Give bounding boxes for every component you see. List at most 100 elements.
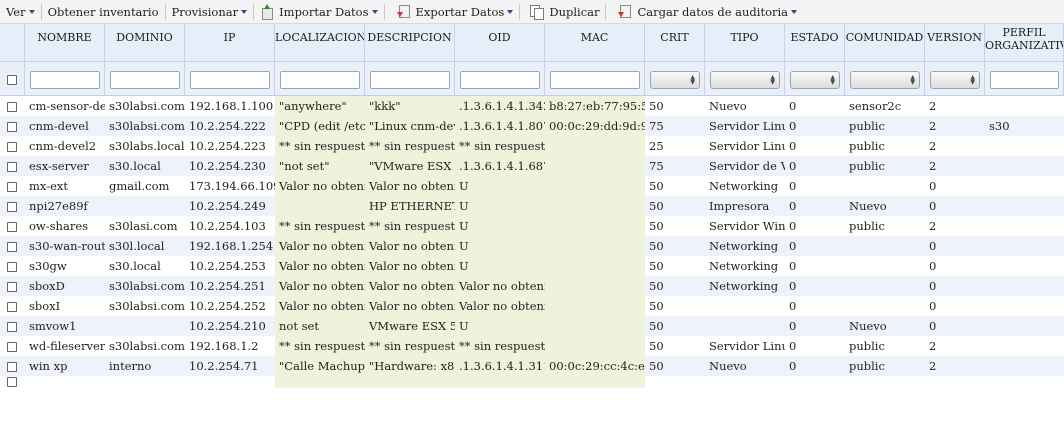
column-header-descripcion[interactable]: DESCRIPCION <box>365 24 455 62</box>
cell-version: 0 <box>929 299 937 313</box>
ver-menu[interactable]: Ver <box>0 0 41 23</box>
row-checkbox[interactable] <box>7 222 17 232</box>
cell-dominio: s30labsi.com <box>109 299 185 313</box>
table-row[interactable]: ow-shares s30lasi.com 10.2.254.103 ** sin r… <box>0 216 1064 236</box>
column-header-estado[interactable]: ESTADO <box>785 24 845 62</box>
table-row[interactable]: cnm-devel2 s30labs.local 10.2.254.223 ** si… <box>0 136 1064 156</box>
column-header-mac[interactable]: MAC <box>545 24 645 62</box>
filter-select-comunidad[interactable]: ▲ ▼ <box>850 71 920 89</box>
cell-dominio: s30l.local <box>109 239 165 253</box>
exportar-datos-menu[interactable]: Exportar Datos <box>385 0 520 23</box>
table-row[interactable]: win xp interno 10.2.254.71 "Calle Machupich… <box>0 356 1064 376</box>
row-checkbox[interactable] <box>7 122 17 132</box>
cell-ip: 10.2.254.253 <box>189 259 266 273</box>
table-row[interactable]: mx-ext gmail.com 173.194.66.109 Valor no ob… <box>0 176 1064 196</box>
filter-select-tipo[interactable]: ▲ ▼ <box>710 71 780 89</box>
select-all-checkbox[interactable] <box>7 75 17 85</box>
obtener-inventario-button[interactable]: Obtener inventario <box>42 0 165 23</box>
cell-version: 0 <box>929 179 937 193</box>
row-checkbox[interactable] <box>7 182 17 192</box>
filter-input-mac[interactable] <box>550 71 640 89</box>
cell-perfil <box>985 256 1064 276</box>
cell-comunidad <box>845 276 925 296</box>
row-checkbox[interactable] <box>7 322 17 332</box>
filter-select-version[interactable]: ▲ ▼ <box>930 71 980 89</box>
table-row[interactable]: wd-fileserver s30labsi.com 192.168.1.2 ** s… <box>0 336 1064 356</box>
row-checkbox[interactable] <box>7 202 17 212</box>
new-row[interactable] <box>0 376 1064 388</box>
row-checkbox[interactable] <box>7 162 17 172</box>
row-checkbox[interactable] <box>7 342 17 352</box>
cell-estado: 0 <box>789 339 797 353</box>
cell-tipo: Servidor Linux <box>709 139 785 153</box>
filter-cell-ip <box>185 62 275 96</box>
cell-localizacion: ** sin respuesta <box>275 136 365 156</box>
filter-input-ip[interactable] <box>190 71 270 89</box>
table-row[interactable]: npi27e89f 10.2.254.249 HP ETHERNET MULTIU 5… <box>0 196 1064 216</box>
table-row[interactable]: cm-sensor-devel s30labsi.com 192.168.1.100… <box>0 96 1064 116</box>
cell-ip: 10.2.254.230 <box>189 159 266 173</box>
column-header-tipo[interactable]: TIPO <box>705 24 785 62</box>
cargar-auditoria-menu[interactable]: Cargar datos de auditoria <box>606 0 803 23</box>
cell-perfil <box>985 316 1064 336</box>
table-row[interactable]: esx-server s30.local 10.2.254.230 "not set"… <box>0 156 1064 176</box>
new-row-checkbox[interactable] <box>7 377 17 387</box>
cell-mac <box>545 256 645 276</box>
cell-dominio: s30.local <box>109 259 161 273</box>
filter-input-descripcion[interactable] <box>370 71 450 89</box>
cell-crit: 50 <box>649 299 664 313</box>
filter-input-oid[interactable] <box>460 71 540 89</box>
row-checkbox[interactable] <box>7 242 17 252</box>
table-row[interactable]: s30-wan-routers30l.local192.168.1.254Val… <box>0 236 1064 256</box>
filter-input-nombre[interactable] <box>30 71 100 89</box>
table-row[interactable]: sboxD s30labsi.com 10.2.254.251 Valor no ob… <box>0 276 1064 296</box>
cell-perfil <box>985 296 1064 316</box>
column-header-dominio[interactable]: DOMINIO <box>105 24 185 62</box>
chevron-down-icon <box>791 9 798 14</box>
column-header-nombre[interactable]: NOMBRE <box>25 24 105 62</box>
filter-input-localizacion[interactable] <box>280 71 360 89</box>
cell-version: 2 <box>929 339 937 353</box>
row-checkbox[interactable] <box>7 142 17 152</box>
column-header-crit[interactable]: CRIT <box>645 24 705 62</box>
cell-version: 0 <box>929 199 937 213</box>
table-row[interactable]: cnm-devel s30labsi.com 10.2.254.222 "CPD (e… <box>0 116 1064 136</box>
cell-crit: 50 <box>649 239 664 253</box>
export-icon <box>396 5 410 18</box>
column-header-version[interactable]: VERSION <box>925 24 985 62</box>
table-row[interactable]: smvow1 10.2.254.210 not setVMware ESX 5.0.… <box>0 316 1064 336</box>
row-checkbox[interactable] <box>7 102 17 112</box>
filter-cell-crit: ▲ ▼ <box>645 62 705 96</box>
cell-version: 2 <box>929 99 937 113</box>
provisionar-menu[interactable]: Provisionar <box>166 0 254 23</box>
audit-icon <box>618 5 632 18</box>
cell-tipo: Networking <box>709 279 779 293</box>
filter-input-perfil[interactable] <box>990 71 1059 89</box>
table-row[interactable]: s30gw s30.local 10.2.254.253 Valor no obten… <box>0 256 1064 276</box>
filter-select-crit[interactable]: ▲ ▼ <box>650 71 700 89</box>
column-header-ip[interactable]: IP <box>185 24 275 62</box>
cell-dominio: gmail.com <box>109 179 170 193</box>
cell-ip: 10.2.254.223 <box>189 139 266 153</box>
row-checkbox[interactable] <box>7 262 17 272</box>
cell-tipo: Networking <box>709 179 779 193</box>
table-row[interactable]: sboxI s30labsi.com 10.2.254.252 Valor no ob… <box>0 296 1064 316</box>
cell-nombre: cnm-devel <box>29 119 89 133</box>
column-header-comunidad[interactable]: COMUNIDAD <box>845 24 925 62</box>
row-checkbox[interactable] <box>7 302 17 312</box>
row-checkbox[interactable] <box>7 362 17 372</box>
column-header-perfil[interactable]: PERFIL ORGANIZATIV <box>985 24 1064 62</box>
cell-crit: 50 <box>649 359 664 373</box>
cell-version: 0 <box>929 319 937 333</box>
row-checkbox[interactable] <box>7 282 17 292</box>
importar-datos-menu[interactable]: Importar Datos <box>254 0 383 23</box>
filter-input-dominio[interactable] <box>110 71 180 89</box>
cell-estado: 0 <box>789 179 797 193</box>
cell-estado: 0 <box>789 139 797 153</box>
column-header-oid[interactable]: OID <box>455 24 545 62</box>
filter-cell-nombre <box>25 62 105 96</box>
duplicar-button[interactable]: Duplicar <box>520 0 605 23</box>
filter-select-estado[interactable]: ▲ ▼ <box>790 71 840 89</box>
cell-tipo: Impresora <box>709 199 770 213</box>
column-header-localizacion[interactable]: LOCALIZACION <box>275 24 365 62</box>
